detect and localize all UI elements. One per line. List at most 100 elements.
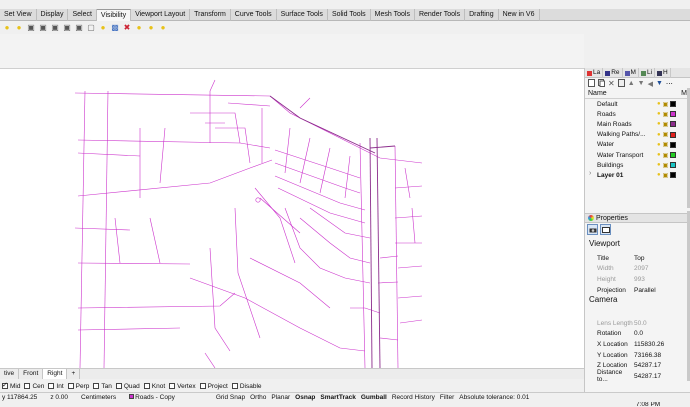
tab-mesh-tools[interactable]: Mesh Tools — [371, 9, 415, 21]
road-line[interactable] — [277, 187, 366, 224]
lightbulb-icon[interactable]: ● — [657, 172, 661, 178]
osnap-knot[interactable]: Knot — [143, 383, 165, 390]
planar-toggle[interactable]: Planar — [271, 394, 290, 401]
lightbulb-icon[interactable]: ● — [146, 23, 156, 33]
lightbulb-icon[interactable]: ● — [98, 23, 108, 33]
layer-color-swatch[interactable] — [670, 131, 677, 138]
property-value[interactable]: 115830.26 — [633, 341, 664, 348]
lightbulb-icon[interactable]: ● — [657, 142, 661, 148]
osnap-disable[interactable]: Disable — [231, 383, 262, 390]
panel-tab-layers[interactable]: La — [585, 68, 604, 78]
layer-row[interactable]: Default ● ▣ — [585, 99, 690, 109]
delete-layer-icon[interactable]: ✕ — [608, 79, 615, 88]
layer-row[interactable]: Walking Paths/... ● ▣ — [585, 130, 690, 140]
copy-layer-icon[interactable] — [598, 78, 605, 89]
lock-icon[interactable]: ▣ — [663, 121, 669, 128]
viewport-tab-tive[interactable]: tive — [0, 369, 20, 379]
road-line[interactable] — [397, 295, 423, 299]
tab-set-view[interactable]: Set View — [0, 9, 37, 21]
hide-icon[interactable]: ▢ — [86, 23, 96, 33]
tab-render-tools[interactable]: Render Tools — [415, 9, 466, 21]
main-road-line[interactable] — [376, 137, 381, 368]
road-line[interactable] — [249, 257, 331, 309]
road-line[interactable] — [209, 247, 231, 352]
road-line[interactable] — [77, 139, 271, 149]
osnap-tan[interactable]: Tan — [93, 383, 112, 390]
road-line[interactable] — [399, 319, 423, 324]
property-value[interactable]: Top — [633, 255, 644, 262]
tab-visibility[interactable]: Visibility — [96, 9, 132, 21]
road-line[interactable] — [74, 227, 131, 231]
layer-name[interactable]: Layer 01 — [597, 172, 657, 179]
property-value[interactable]: 73166.38 — [633, 352, 661, 359]
layer-row[interactable]: Roads ● ▣ — [585, 109, 690, 119]
lightbulb-icon[interactable]: ● — [2, 23, 12, 33]
road-line[interactable] — [103, 90, 109, 368]
main-road-line[interactable] — [369, 137, 373, 368]
osnap-checkbox[interactable] — [67, 383, 74, 389]
units-label[interactable]: Centimeters — [81, 394, 116, 401]
layer-row[interactable]: Water ● ▣ — [585, 140, 690, 150]
name-column-header[interactable]: Name — [588, 90, 607, 97]
lightbulb-icon[interactable]: ● — [158, 23, 168, 33]
tab-surface-tools[interactable]: Surface Tools — [277, 9, 328, 21]
road-line[interactable] — [227, 102, 271, 107]
new-sublayer-icon[interactable] — [617, 78, 625, 89]
osnap-checkbox[interactable] — [143, 383, 150, 389]
road-line[interactable] — [394, 145, 399, 368]
road-line[interactable] — [189, 277, 366, 352]
road-line[interactable] — [284, 207, 371, 284]
gumball-toggle[interactable]: Gumball — [361, 394, 387, 401]
lock-icon[interactable]: ▣ — [663, 152, 669, 159]
layer-name[interactable]: Water — [597, 141, 657, 148]
layer-row[interactable]: Buildings ● ▣ — [585, 160, 690, 170]
tab-viewport-layout[interactable]: Viewport Layout — [131, 9, 191, 21]
layer-name[interactable]: Walking Paths/... — [597, 131, 657, 138]
roundabout[interactable] — [255, 197, 261, 203]
layer-color-swatch[interactable] — [670, 121, 677, 128]
tab-curve-tools[interactable]: Curve Tools — [231, 9, 277, 21]
road-line[interactable] — [397, 265, 423, 269]
road-line[interactable] — [350, 307, 381, 314]
tab-select[interactable]: Select — [68, 9, 97, 21]
lock-icon[interactable]: ▣ — [74, 23, 84, 33]
viewport-icon[interactable] — [600, 224, 611, 235]
lightbulb-icon[interactable]: ● — [657, 101, 661, 107]
road-line[interactable] — [79, 90, 86, 368]
lock-icon[interactable]: ▣ — [38, 23, 48, 33]
filter-icon[interactable]: ▼ — [656, 80, 663, 87]
lightbulb-icon[interactable]: ● — [657, 132, 661, 138]
osnap-checkbox[interactable] — [2, 381, 8, 389]
tab-drafting[interactable]: Drafting — [465, 9, 499, 21]
osnap-checkbox[interactable] — [24, 383, 31, 389]
camera-icon[interactable] — [587, 224, 598, 235]
layer-color-swatch[interactable] — [670, 172, 677, 179]
property-value[interactable]: 0.0 — [633, 330, 643, 337]
down-arrow-icon[interactable]: ▼ — [638, 80, 645, 87]
panel-tab-help[interactable]: H — [655, 68, 671, 78]
tab-new-in-v6[interactable]: New in V6 — [499, 9, 540, 21]
road-line[interactable] — [159, 127, 166, 184]
layer-color-swatch[interactable] — [670, 152, 677, 159]
lightbulb-icon[interactable]: ● — [134, 23, 144, 33]
smarttrack-toggle[interactable]: SmartTrack — [320, 394, 355, 401]
property-value[interactable]: 54287.17 — [633, 373, 661, 380]
road-line[interactable] — [209, 79, 311, 109]
tools-icon[interactable]: ⋯ — [666, 80, 673, 88]
road-line[interactable] — [299, 217, 371, 264]
lock-icon[interactable]: ▣ — [663, 101, 669, 108]
layer-row[interactable]: Water Transport ● ▣ — [585, 150, 690, 160]
layer-color-swatch[interactable] — [670, 141, 677, 148]
osnap-int[interactable]: Int — [48, 383, 64, 390]
layer-color-swatch[interactable] — [670, 162, 677, 169]
panel-tab-materials[interactable]: M — [623, 68, 639, 78]
road-line[interactable] — [77, 327, 181, 331]
osnap-toggle[interactable]: Osnap — [295, 394, 315, 401]
add-viewport-button[interactable]: + — [67, 369, 81, 379]
lightbulb-icon[interactable]: ● — [657, 152, 661, 158]
grid-snap-toggle[interactable]: Grid Snap — [216, 394, 245, 401]
layer-color-swatch[interactable] — [670, 111, 677, 118]
road-line[interactable] — [114, 217, 161, 264]
filter-toggle[interactable]: Filter — [440, 394, 454, 401]
lightbulb-icon[interactable]: ● — [14, 23, 24, 33]
